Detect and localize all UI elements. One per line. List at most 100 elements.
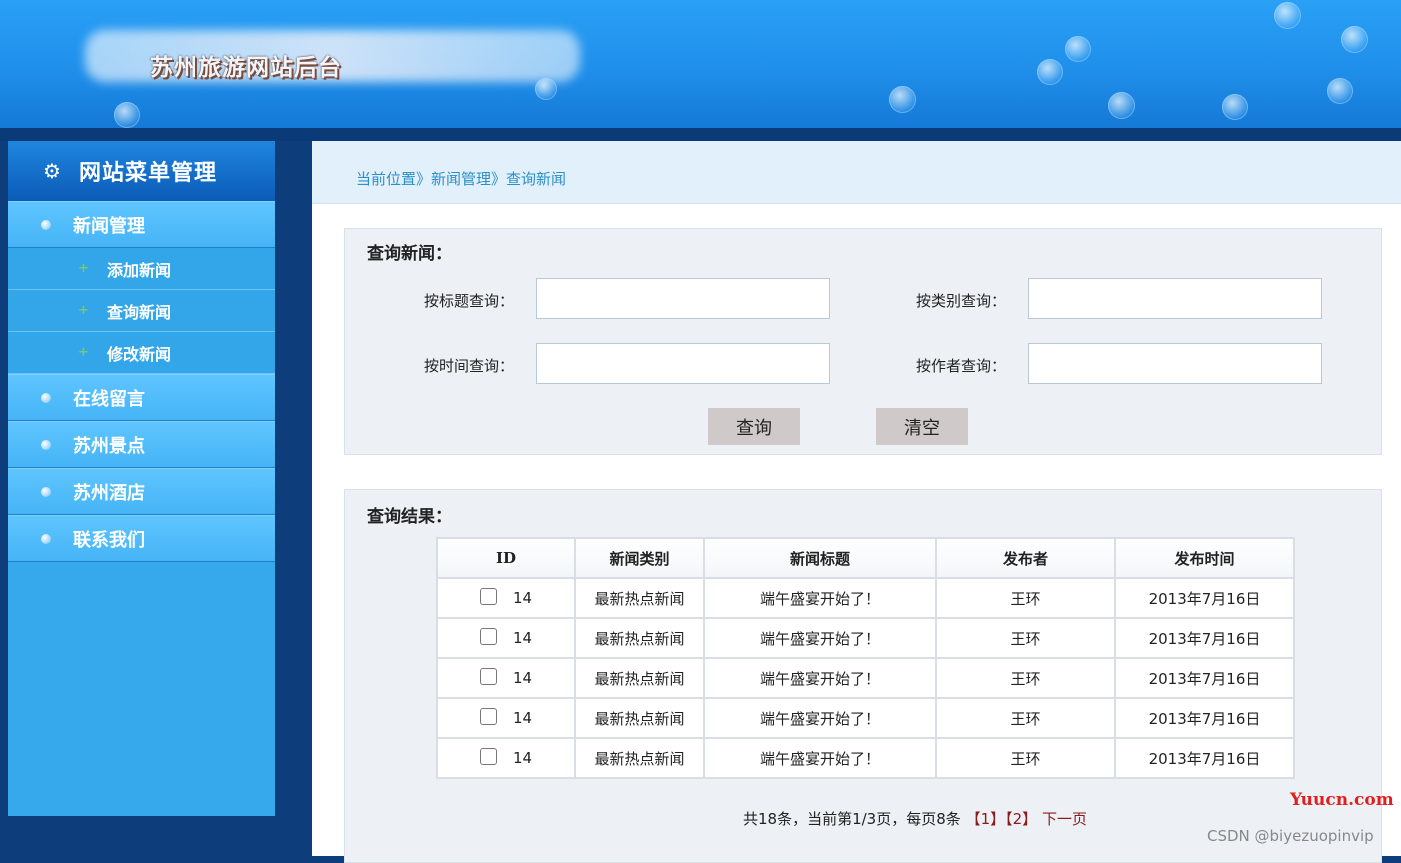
menu-item-contact[interactable]: 联系我们 [8,515,275,562]
search-panel: 查询新闻： 按标题查询： 按类别查询： 按时间查询： 按作者查询： 查询 清空 [344,228,1382,455]
sidebar-title: 网站菜单管理 [79,160,218,186]
table-row: 14 最新热点新闻 端午盛宴开始了！ 王环 2013年7月16日 [436,697,1295,739]
results-table: ID 新闻类别 新闻标题 发布者 发布时间 14 最新热点新闻 端午盛宴开始了！… [436,537,1295,779]
site-watermark: Yuucn.com [1290,790,1394,810]
pagination-summary: 共18条，当前第1/3页，每页8条 [743,810,961,828]
title-search-input[interactable] [536,278,830,319]
bubble-icon [114,102,140,128]
author-cell: 王环 [935,617,1116,659]
author-search-input[interactable] [1028,343,1322,384]
page-link-2[interactable]: 【2】 [1005,810,1037,828]
bubble-icon [1274,2,1301,29]
plus-icon: + [78,261,89,276]
bubble-icon [1341,26,1368,53]
date-cell: 2013年7月16日 [1114,737,1295,779]
id-cell: 14 [436,737,576,779]
sidebar-header: ⚙ 网站菜单管理 [8,141,275,201]
bullet-dot-icon [41,392,51,403]
id-value: 14 [512,709,533,727]
submenu-item-query-news[interactable]: + 查询新闻 [8,290,275,332]
plus-icon: + [78,303,89,318]
category-search-input[interactable] [1028,278,1322,319]
time-search-label: 按时间查询： [424,357,515,375]
id-cell: 14 [436,697,576,739]
gear-icon: ⚙ [43,159,61,183]
results-panel-title: 查询结果： [367,507,452,527]
table-row: 14 最新热点新闻 端午盛宴开始了！ 王环 2013年7月16日 [436,657,1295,699]
menu-item-news-management[interactable]: 新闻管理 [8,201,275,248]
menu-item-label: 苏州酒店 [73,482,145,504]
title-cell: 端午盛宴开始了！ [703,657,937,699]
main-content: 当前位置》新闻管理》查询新闻 查询新闻： 按标题查询： 按类别查询： 按时间查询… [312,141,1401,863]
table-row: 14 最新热点新闻 端午盛宴开始了！ 王环 2013年7月16日 [436,577,1295,619]
bubble-icon [1108,92,1135,119]
breadcrumb: 当前位置》新闻管理》查询新闻 [356,170,567,188]
time-search-input[interactable] [536,343,830,384]
submenu-item-label: 查询新闻 [107,302,172,322]
category-cell: 最新热点新闻 [574,737,705,779]
column-header-title: 新闻标题 [703,537,937,579]
breadcrumb-bar: 当前位置》新闻管理》查询新闻 [312,141,1401,204]
author-search-label: 按作者查询： [916,357,1007,375]
table-row: 14 最新热点新闻 端午盛宴开始了！ 王环 2013年7月16日 [436,737,1295,779]
search-panel-title: 查询新闻： [367,244,452,264]
menu-item-messages[interactable]: 在线留言 [8,374,275,421]
column-header-date: 发布时间 [1114,537,1295,579]
category-cell: 最新热点新闻 [574,657,705,699]
bubble-icon [1327,78,1353,104]
menu-item-label: 联系我们 [73,529,145,551]
search-button[interactable]: 查询 [708,408,800,445]
row-checkbox[interactable] [479,708,497,725]
column-header-author: 发布者 [935,537,1116,579]
header-divider [0,128,1401,141]
table-row: 14 最新热点新闻 端午盛宴开始了！ 王环 2013年7月16日 [436,617,1295,659]
id-value: 14 [512,629,533,647]
clear-button[interactable]: 清空 [876,408,968,445]
row-checkbox[interactable] [479,668,497,685]
bubble-icon [1065,36,1091,62]
title-cell: 端午盛宴开始了！ [703,737,937,779]
csdn-watermark: CSDN @biyezuopinvip [1207,827,1374,845]
author-cell: 王环 [935,697,1116,739]
date-cell: 2013年7月16日 [1114,657,1295,699]
page-link-1[interactable]: 【1】 [966,810,1006,828]
bubble-icon [1037,59,1063,85]
bullet-dot-icon [41,533,51,544]
date-cell: 2013年7月16日 [1114,617,1295,659]
row-checkbox[interactable] [479,628,497,645]
submenu-item-edit-news[interactable]: + 修改新闻 [8,332,275,374]
id-cell: 14 [436,617,576,659]
submenu-item-label: 添加新闻 [107,260,172,280]
menu-item-label: 苏州景点 [73,435,145,457]
id-cell: 14 [436,657,576,699]
id-value: 14 [512,749,533,767]
row-checkbox[interactable] [479,748,497,765]
category-search-label: 按类别查询： [916,292,1007,310]
menu-item-label: 新闻管理 [73,215,145,237]
title-cell: 端午盛宴开始了！ [703,617,937,659]
submenu-item-add-news[interactable]: + 添加新闻 [8,248,275,290]
id-value: 14 [512,589,533,607]
id-cell: 14 [436,577,576,619]
menu-item-attractions[interactable]: 苏州景点 [8,421,275,468]
date-cell: 2013年7月16日 [1114,697,1295,739]
menu-item-hotels[interactable]: 苏州酒店 [8,468,275,515]
title-search-label: 按标题查询： [424,292,515,310]
author-cell: 王环 [935,657,1116,699]
sidebar: ⚙ 网站菜单管理 新闻管理 + 添加新闻 + 查询新闻 + 修改新闻 在线留言 … [8,141,275,816]
bullet-dot-icon [41,439,51,450]
row-checkbox[interactable] [479,588,497,605]
bullet-dot-icon [41,219,51,230]
bullet-dot-icon [41,486,51,497]
bubble-icon [535,78,557,100]
site-title: 苏州旅游网站后台 [150,54,342,81]
header-banner: 苏州旅游网站后台 [0,0,1401,128]
next-page-link[interactable]: 下一页 [1042,810,1087,828]
column-header-category: 新闻类别 [574,537,705,579]
results-panel: 查询结果： ID 新闻类别 新闻标题 发布者 发布时间 14 最新热点新闻 端午… [344,489,1382,863]
bubble-icon [1222,94,1248,120]
author-cell: 王环 [935,577,1116,619]
table-header-row: ID 新闻类别 新闻标题 发布者 发布时间 [436,537,1295,579]
date-cell: 2013年7月16日 [1114,577,1295,619]
bubble-icon [889,86,916,113]
